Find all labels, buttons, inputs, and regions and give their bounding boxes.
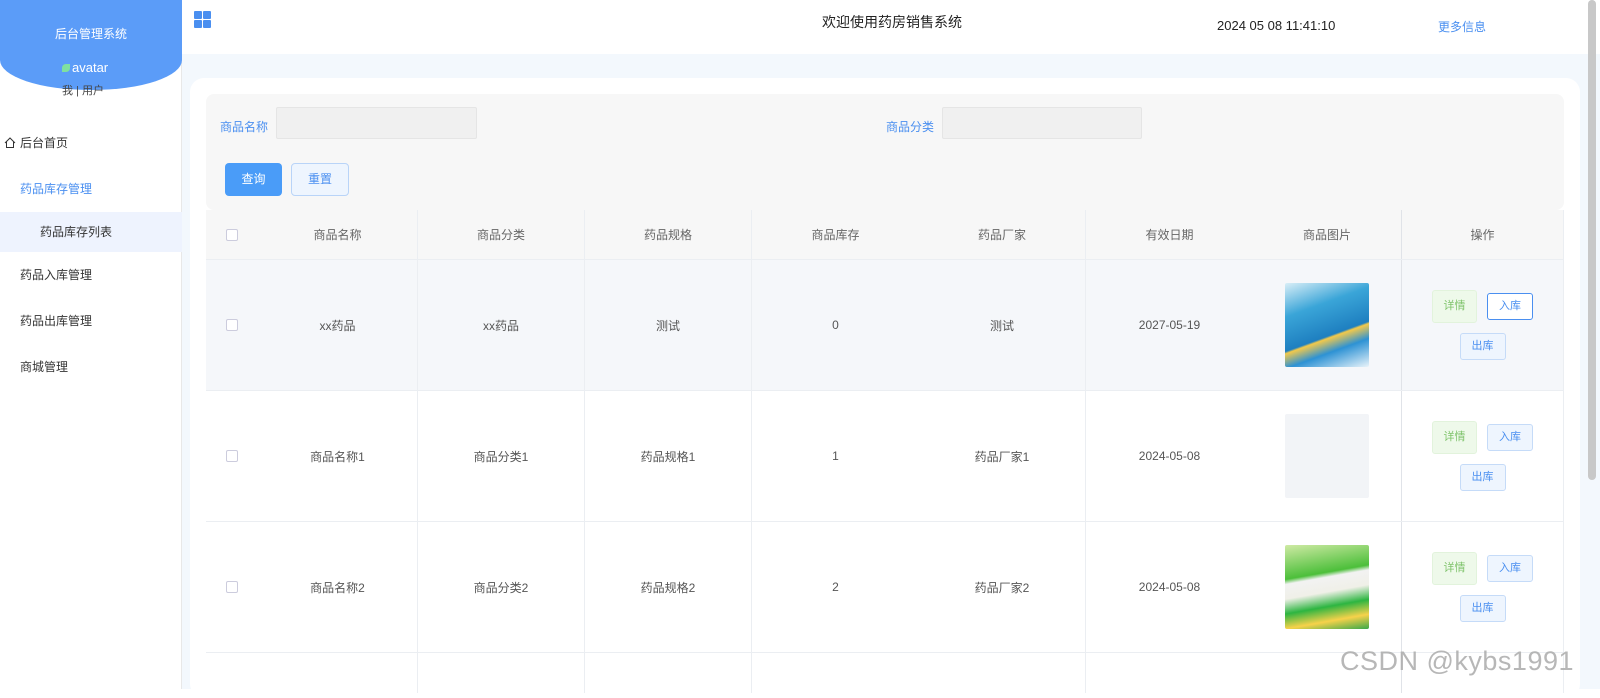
cell-image <box>1253 260 1401 390</box>
row-checkbox-cell <box>206 391 258 521</box>
user-role: 我 | 用户 <box>62 85 104 97</box>
column-header: 药品厂家 <box>919 210 1086 259</box>
current-datetime: 2024 05 08 11:41:10 <box>1217 18 1336 33</box>
system-title: 欢迎使用药房销售系统 <box>822 14 962 30</box>
category-search-input[interactable] <box>942 107 1142 139</box>
column-header: 商品分类 <box>418 210 585 259</box>
cell-name: 商品名称2 <box>258 522 418 652</box>
cell-spec: 测试 <box>585 260 752 390</box>
table-header-row: 商品名称 商品分类 药品规格 商品库存 药品厂家 有效日期 商品图片 操作 <box>206 210 1564 260</box>
cell-expiry: 2024-05-08 <box>1138 449 1201 463</box>
cell-actions: 详情 入库 出库 <box>1401 391 1564 521</box>
column-header: 有效日期 <box>1145 228 1194 242</box>
cell-maker: 测试 <box>919 260 1086 390</box>
cell-name <box>258 653 418 693</box>
category-search-label: 商品分类 <box>886 120 935 134</box>
stock-out-button[interactable]: 出库 <box>1459 333 1506 360</box>
row-checkbox-cell <box>206 653 258 693</box>
product-image[interactable] <box>1285 545 1369 629</box>
cell-actions: 详情 入库 出库 <box>1401 260 1564 390</box>
stock-in-button[interactable]: 入库 <box>1487 293 1533 320</box>
cell-name: xx药品 <box>258 260 418 390</box>
table-row[interactable]: 商品名称1 商品分类1 药品规格1 1 药品厂家1 2024-05-08 详情 … <box>206 391 1564 522</box>
cell-spec <box>585 653 752 693</box>
product-image[interactable] <box>1285 283 1369 367</box>
cell-maker: 药品厂家2 <box>919 522 1086 652</box>
query-button[interactable]: 查询 <box>225 163 282 196</box>
row-checkbox-cell <box>206 260 258 390</box>
reset-button[interactable]: 重置 <box>291 163 349 196</box>
detail-button[interactable]: 详情 <box>1432 421 1477 454</box>
cell-spec: 药品规格2 <box>585 522 752 652</box>
home-icon <box>4 137 16 148</box>
stock-in-button[interactable]: 入库 <box>1487 555 1533 582</box>
detail-button[interactable]: 详情 <box>1432 552 1477 585</box>
name-search-label: 商品名称 <box>220 120 269 134</box>
sidebar-item-shop[interactable]: 商城管理 <box>0 344 182 390</box>
cell-stock: 0 <box>832 318 839 332</box>
cell-actions: 详情 入库 出库 <box>1401 522 1564 652</box>
column-header: 商品库存 <box>811 228 860 242</box>
sidebar-item-stock-list[interactable]: 药品库存列表 <box>0 212 182 252</box>
cell-stock: 1 <box>832 449 839 463</box>
cell-image <box>1253 391 1401 521</box>
stock-table: 商品名称 商品分类 药品规格 商品库存 药品厂家 有效日期 商品图片 操作 xx… <box>206 210 1564 693</box>
stock-in-button[interactable]: 入库 <box>1487 424 1533 451</box>
cell-category: 商品分类2 <box>418 522 585 652</box>
avatar-leaf-icon <box>62 64 70 72</box>
cell-maker <box>919 653 1086 693</box>
more-info-link[interactable]: 更多信息 <box>1438 18 1486 35</box>
sidebar-menu: 后台首页 药品库存管理 药品库存列表 药品入库管理 药品出库管理 商城管理 <box>0 120 182 390</box>
name-search-input[interactable] <box>276 107 477 139</box>
watermark: CSDN @kybs1991 <box>1340 646 1574 676</box>
avatar[interactable]: avatar <box>62 60 108 75</box>
table-row[interactable]: xx药品 xx药品 测试 0 测试 2027-05-19 详情 入库 出库 <box>206 260 1564 391</box>
cell-stock: 2 <box>832 580 839 594</box>
sidebar-item-home[interactable]: 后台首页 <box>0 120 182 166</box>
header-checkbox-cell <box>206 210 258 259</box>
cell-expiry: 2027-05-19 <box>1138 318 1201 332</box>
cell-name: 商品名称1 <box>258 391 418 521</box>
sidebar-item-stock-management[interactable]: 药品库存管理 <box>0 166 182 212</box>
row-checkbox[interactable] <box>226 319 238 331</box>
cell-spec: 药品规格1 <box>585 391 752 521</box>
sidebar-item-inbound[interactable]: 药品入库管理 <box>0 252 182 298</box>
product-image[interactable] <box>1285 414 1369 498</box>
select-all-checkbox[interactable] <box>226 228 238 241</box>
cell-expiry <box>1086 653 1253 693</box>
cell-category: xx药品 <box>418 260 585 390</box>
brand-header: 后台管理系统 avatar <box>0 0 182 90</box>
stock-out-button[interactable]: 出库 <box>1459 464 1506 491</box>
sidebar: 后台管理系统 avatar 我 | 用户 后台首页 药品库存管理 药品库存列表 … <box>0 0 182 689</box>
cell-category <box>418 653 585 693</box>
column-header: 商品图片 <box>1302 228 1351 242</box>
column-header: 操作 <box>1401 210 1564 259</box>
cell-maker: 药品厂家1 <box>919 391 1086 521</box>
column-header: 药品规格 <box>585 210 752 259</box>
brand-title: 后台管理系统 <box>54 27 127 41</box>
detail-button[interactable]: 详情 <box>1432 290 1477 323</box>
table-row[interactable]: 商品名称2 商品分类2 药品规格2 2 药品厂家2 2024-05-08 详情 … <box>206 522 1564 653</box>
column-header: 商品名称 <box>258 210 418 259</box>
row-checkbox[interactable] <box>226 581 238 593</box>
page-scrollbar[interactable] <box>1588 0 1596 480</box>
cell-stock <box>752 653 919 693</box>
row-checkbox-cell <box>206 522 258 652</box>
sidebar-item-label: 后台首页 <box>20 136 69 150</box>
sidebar-item-outbound[interactable]: 药品出库管理 <box>0 298 182 344</box>
cell-expiry: 2024-05-08 <box>1138 580 1201 594</box>
cell-image <box>1253 522 1401 652</box>
stock-out-button[interactable]: 出库 <box>1459 595 1506 622</box>
cell-category: 商品分类1 <box>418 391 585 521</box>
row-checkbox[interactable] <box>226 450 238 462</box>
menu-toggle-grid-icon[interactable] <box>194 11 211 28</box>
avatar-text: avatar <box>72 60 109 75</box>
